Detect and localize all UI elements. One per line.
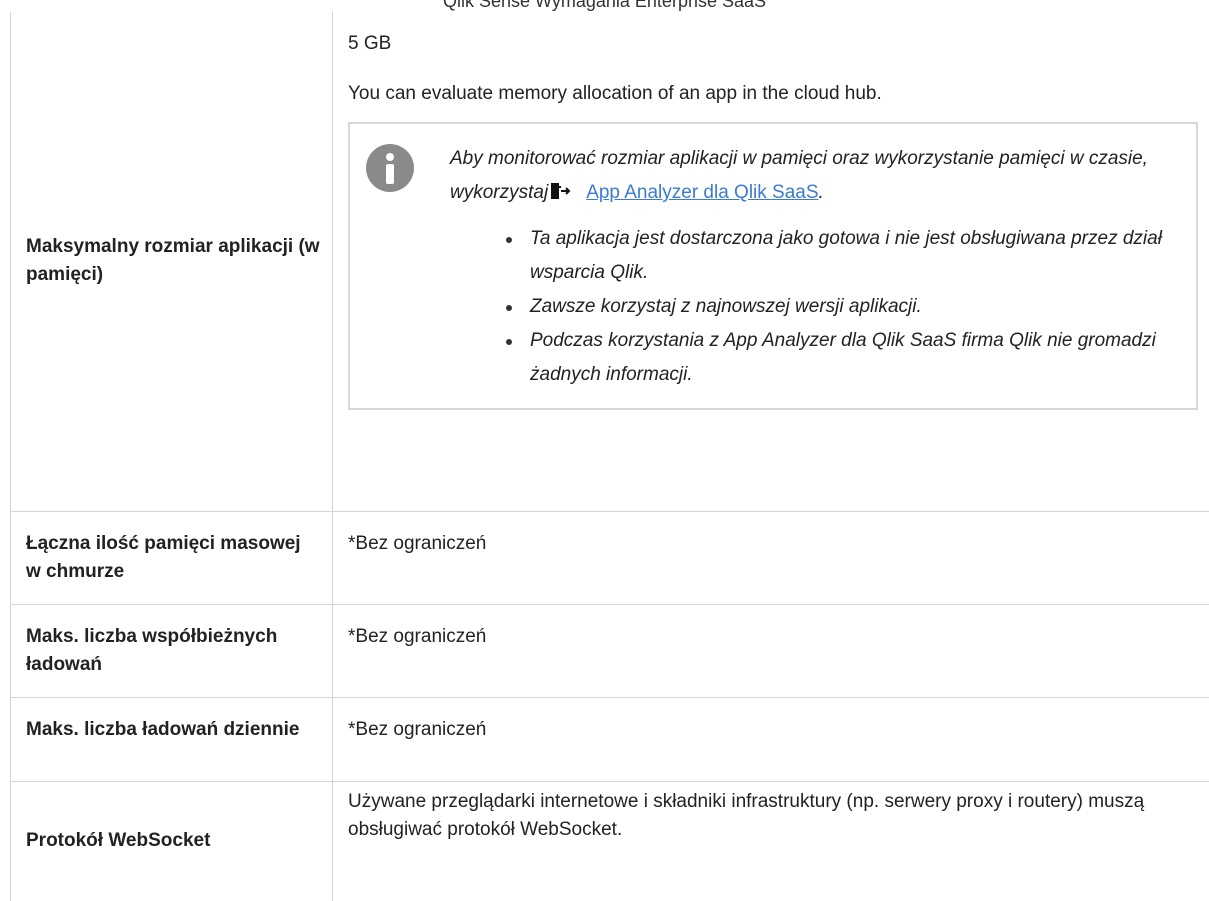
- description-text: You can evaluate memory allocation of an…: [348, 80, 1198, 108]
- table-row: Maks. liczba współbieżnych ładowań *Bez …: [11, 604, 1209, 697]
- note-box: Aby monitorować rozmiar aplikacji w pami…: [348, 122, 1198, 410]
- list-item: Podczas korzystania z App Analyzer dla Q…: [530, 324, 1174, 392]
- note-text: Aby monitorować rozmiar aplikacji w pami…: [450, 142, 1174, 392]
- row-label-websocket: Protokół WebSocket: [11, 781, 333, 901]
- row-value-websocket: Używane przeglądarki internetowe i skład…: [333, 781, 1209, 901]
- note-period: .: [819, 182, 824, 203]
- row-value-cloud-storage: *Bez ograniczeń: [333, 511, 1209, 604]
- app-analyzer-link[interactable]: App Analyzer dla Qlik SaaS: [586, 182, 818, 203]
- row-label-max-app-size: Maksymalny rozmiar aplikacji (w pamięci): [11, 12, 333, 511]
- table-row: Protokół WebSocket Używane przeglądarki …: [11, 781, 1209, 901]
- requirements-table: Maksymalny rozmiar aplikacji (w pamięci)…: [10, 12, 1209, 901]
- table-row: Maks. liczba ładowań dziennie *Bez ogran…: [11, 697, 1209, 781]
- note-bullet-list: Ta aplikacja jest dostarczona jako gotow…: [450, 222, 1174, 392]
- value-text: 5 GB: [348, 30, 1198, 58]
- row-value-max-app-size: 5 GB You can evaluate memory allocation …: [333, 12, 1209, 511]
- info-icon: [366, 144, 414, 192]
- row-value-concurrent-reloads: *Bez ograniczeń: [333, 604, 1209, 697]
- table-row: Maksymalny rozmiar aplikacji (w pamięci)…: [11, 12, 1209, 511]
- list-item: Zawsze korzystaj z najnowszej wersji apl…: [530, 290, 1174, 324]
- external-link-icon: [550, 181, 572, 201]
- row-label-daily-reloads: Maks. liczba ładowań dziennie: [11, 697, 333, 781]
- row-label-cloud-storage: Łączna ilość pamięci masowej w chmurze: [11, 511, 333, 604]
- row-label-concurrent-reloads: Maks. liczba współbieżnych ładowań: [11, 604, 333, 697]
- list-item: Ta aplikacja jest dostarczona jako gotow…: [530, 222, 1174, 290]
- table-row: Łączna ilość pamięci masowej w chmurze *…: [11, 511, 1209, 604]
- row-value-daily-reloads: *Bez ograniczeń: [333, 697, 1209, 781]
